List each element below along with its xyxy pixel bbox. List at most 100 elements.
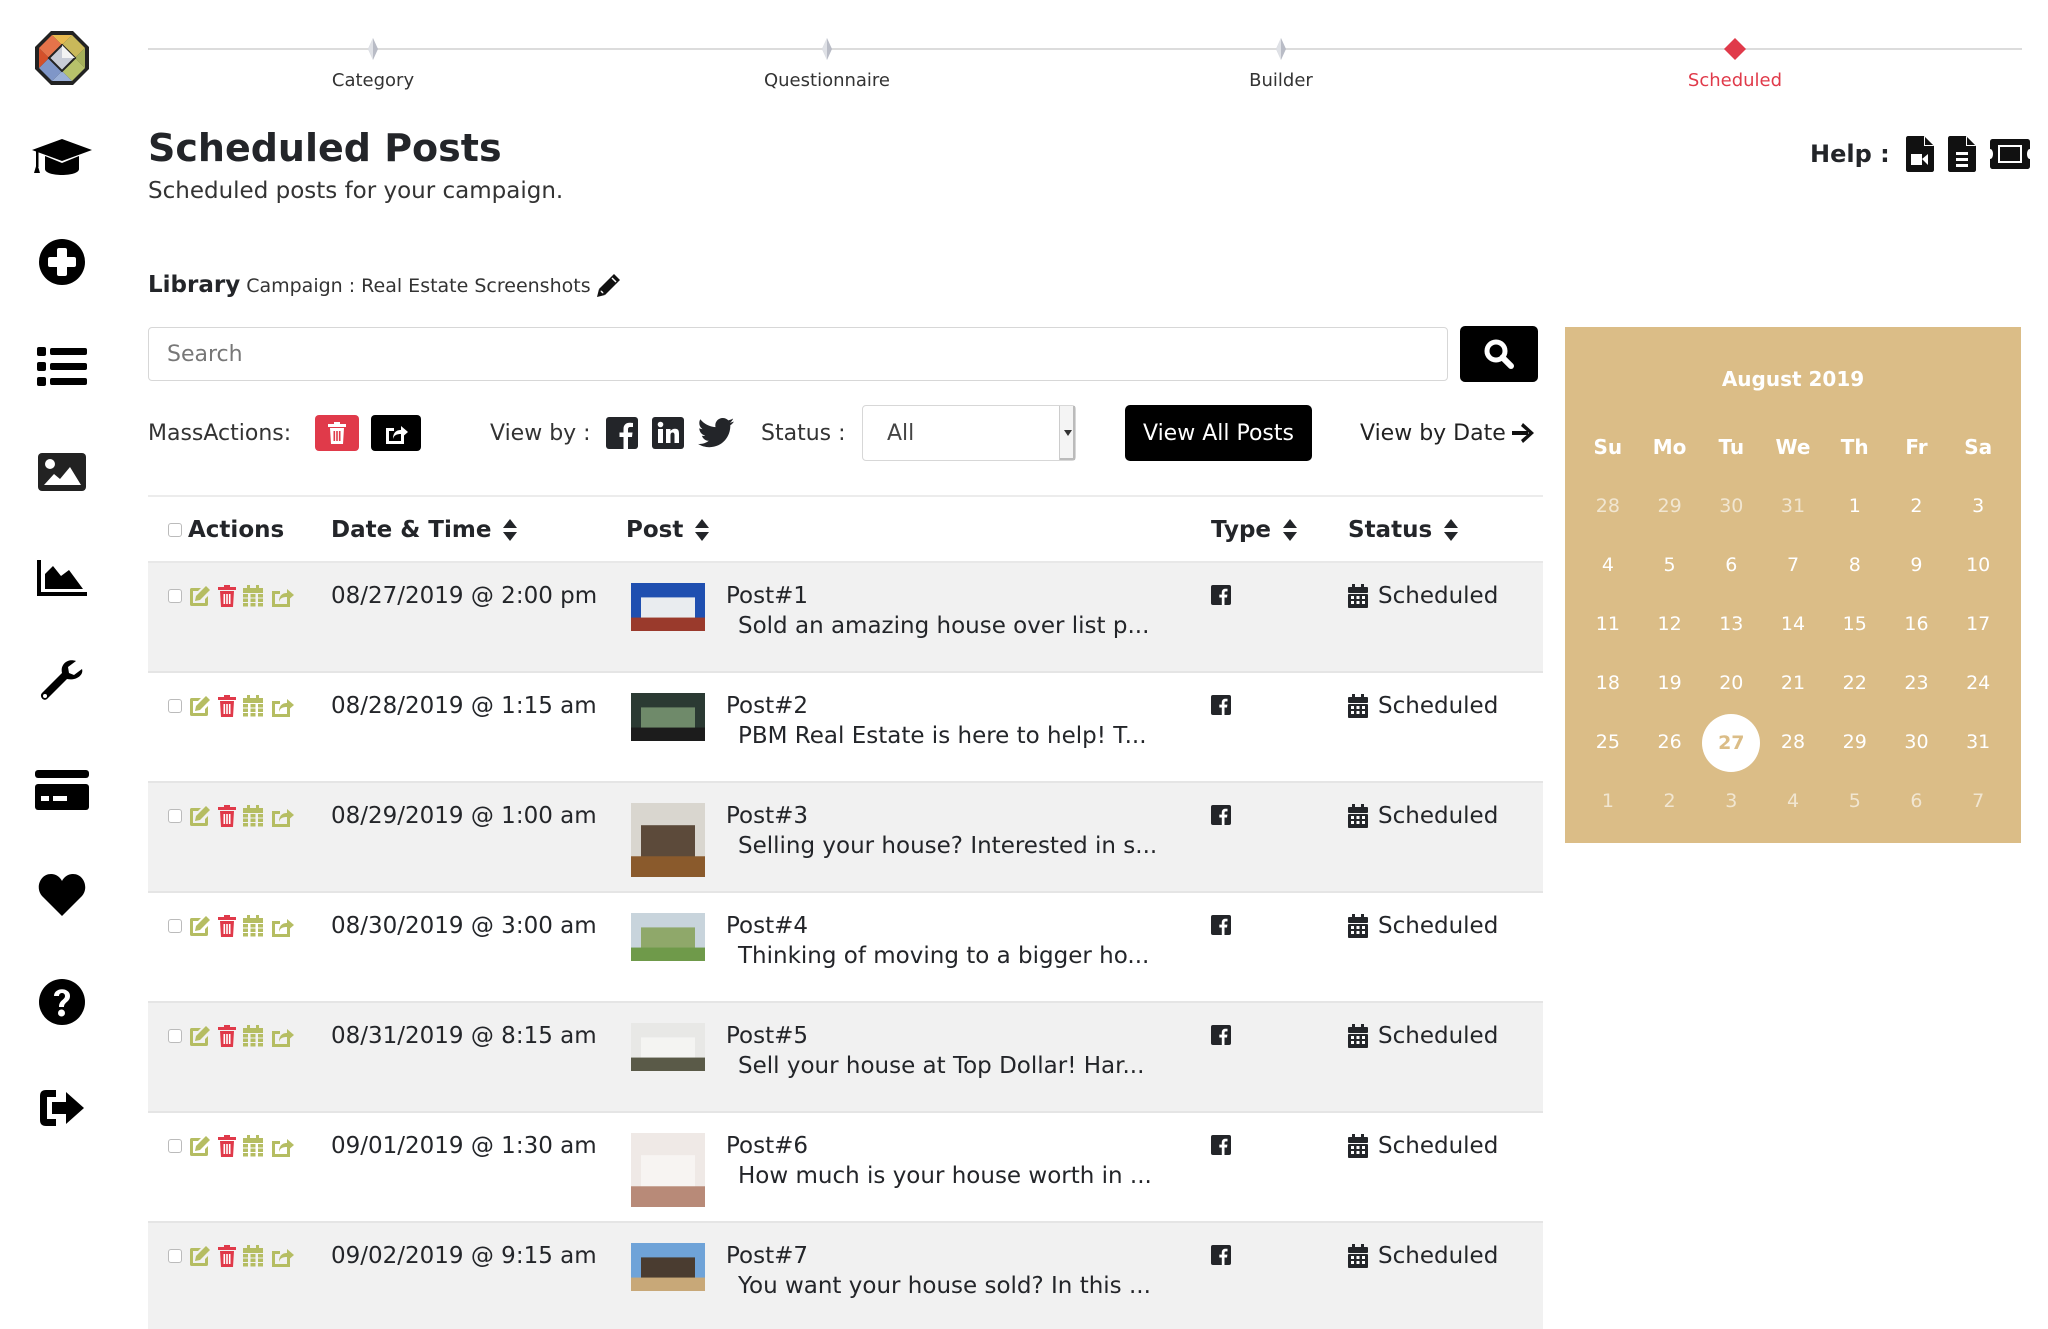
calendar-day[interactable]: 3 (1700, 773, 1762, 829)
calendar-icon[interactable] (243, 1245, 263, 1267)
share-icon[interactable] (270, 1025, 294, 1047)
twitter-icon[interactable] (698, 418, 734, 448)
column-status[interactable]: Status (1348, 497, 1459, 563)
delete-icon[interactable] (218, 695, 236, 717)
sort-icon[interactable] (695, 519, 710, 541)
view-by-date-link[interactable]: View by Date (1360, 421, 1534, 446)
calendar-day[interactable]: 20 (1700, 655, 1762, 711)
dropdown-arrow[interactable] (1059, 406, 1075, 460)
calendar-day-selected[interactable]: 27 (1700, 713, 1762, 772)
share-icon[interactable] (270, 915, 294, 937)
facebook-icon[interactable] (606, 417, 638, 449)
delete-icon[interactable] (218, 1245, 236, 1267)
sidebar-item-create[interactable] (32, 232, 92, 292)
table-row[interactable]: 09/01/2019 @ 1:30 am Post#6 How much is … (148, 1113, 1543, 1223)
share-icon[interactable] (270, 585, 294, 607)
edit-icon[interactable] (189, 695, 211, 717)
calendar-icon[interactable] (243, 1025, 263, 1047)
calendar-day[interactable]: 21 (1762, 655, 1824, 711)
calendar-day[interactable]: 29 (1639, 478, 1701, 534)
row-checkbox[interactable] (168, 699, 182, 713)
calendar-day[interactable]: 22 (1824, 655, 1886, 711)
calendar-day[interactable]: 31 (1947, 714, 2009, 770)
calendar-day[interactable]: 23 (1886, 655, 1948, 711)
calendar-day[interactable]: 6 (1886, 773, 1948, 829)
edit-icon[interactable] (189, 915, 211, 937)
row-checkbox[interactable] (168, 919, 182, 933)
sort-icon[interactable] (1283, 519, 1298, 541)
calendar-day[interactable]: 28 (1577, 478, 1639, 534)
view-all-posts-button[interactable]: View All Posts (1125, 405, 1312, 461)
sidebar-item-list[interactable] (32, 337, 92, 397)
calendar-day[interactable]: 6 (1700, 537, 1762, 593)
calendar-day[interactable]: 18 (1577, 655, 1639, 711)
calendar-day[interactable]: 2 (1639, 773, 1701, 829)
calendar-day[interactable]: 14 (1762, 596, 1824, 652)
linkedin-icon[interactable] (652, 417, 684, 449)
share-icon[interactable] (270, 1245, 294, 1267)
calendar-day[interactable]: 8 (1824, 537, 1886, 593)
delete-icon[interactable] (218, 585, 236, 607)
step-category[interactable]: Category (263, 30, 483, 91)
row-checkbox[interactable] (168, 809, 182, 823)
select-all-checkbox[interactable] (168, 523, 182, 537)
step-questionnaire[interactable]: Questionnaire (717, 30, 937, 91)
post-title[interactable]: Post#7 (726, 1243, 808, 1269)
row-checkbox[interactable] (168, 1139, 182, 1153)
table-row[interactable]: 08/28/2019 @ 1:15 am Post#2 PBM Real Est… (148, 673, 1543, 783)
row-checkbox[interactable] (168, 589, 182, 603)
calendar-day[interactable]: 1 (1577, 773, 1639, 829)
edit-icon[interactable] (189, 1245, 211, 1267)
calendar-day[interactable]: 19 (1639, 655, 1701, 711)
sidebar-item-media[interactable] (32, 442, 92, 502)
calendar-icon[interactable] (243, 805, 263, 827)
sort-icon[interactable] (503, 519, 518, 541)
post-title[interactable]: Post#1 (726, 583, 808, 609)
file-video-icon[interactable] (1905, 136, 1934, 172)
search-button[interactable] (1460, 326, 1538, 382)
table-row[interactable]: 08/30/2019 @ 3:00 am Post#4 Thinking of … (148, 893, 1543, 1003)
sidebar-item-training[interactable] (32, 127, 92, 187)
post-title[interactable]: Post#3 (726, 803, 808, 829)
step-builder[interactable]: Builder (1171, 30, 1391, 91)
app-logo[interactable] (32, 28, 92, 88)
column-datetime[interactable]: Date & Time (331, 497, 518, 563)
sidebar-item-tools[interactable] (32, 653, 92, 713)
calendar-icon[interactable] (243, 915, 263, 937)
post-thumbnail[interactable] (631, 913, 705, 961)
sidebar-item-logout[interactable] (32, 1078, 92, 1138)
calendar-day[interactable]: 17 (1947, 596, 2009, 652)
edit-icon[interactable] (189, 805, 211, 827)
calendar-day[interactable]: 16 (1886, 596, 1948, 652)
column-post[interactable]: Post (626, 497, 710, 563)
sidebar-item-help[interactable] (32, 972, 92, 1032)
post-title[interactable]: Post#5 (726, 1023, 808, 1049)
calendar-day[interactable]: 13 (1700, 596, 1762, 652)
calendar-day[interactable]: 5 (1639, 537, 1701, 593)
calendar-day[interactable]: 2 (1886, 478, 1948, 534)
edit-icon[interactable] (189, 585, 211, 607)
calendar-day[interactable]: 5 (1824, 773, 1886, 829)
search-input[interactable] (148, 327, 1448, 381)
post-thumbnail[interactable] (631, 583, 705, 631)
sidebar-item-analytics[interactable] (32, 548, 92, 608)
delete-icon[interactable] (218, 915, 236, 937)
calendar-day[interactable]: 7 (1762, 537, 1824, 593)
table-row[interactable]: 08/31/2019 @ 8:15 am Post#5 Sell your ho… (148, 1003, 1543, 1113)
delete-icon[interactable] (218, 805, 236, 827)
ticket-icon[interactable] (1989, 139, 2030, 169)
share-icon[interactable] (270, 805, 294, 827)
calendar-day[interactable]: 9 (1886, 537, 1948, 593)
step-scheduled[interactable]: Scheduled (1625, 30, 1845, 91)
calendar-day[interactable]: 28 (1762, 714, 1824, 770)
mass-share-button[interactable] (371, 415, 421, 451)
edit-icon[interactable] (189, 1135, 211, 1157)
calendar-day[interactable]: 12 (1639, 596, 1701, 652)
delete-icon[interactable] (218, 1135, 236, 1157)
status-select[interactable]: All (862, 405, 1076, 461)
share-icon[interactable] (270, 1135, 294, 1157)
calendar-day[interactable]: 26 (1639, 714, 1701, 770)
calendar-day[interactable]: 30 (1700, 478, 1762, 534)
column-type[interactable]: Type (1211, 497, 1298, 563)
calendar-day[interactable]: 10 (1947, 537, 2009, 593)
